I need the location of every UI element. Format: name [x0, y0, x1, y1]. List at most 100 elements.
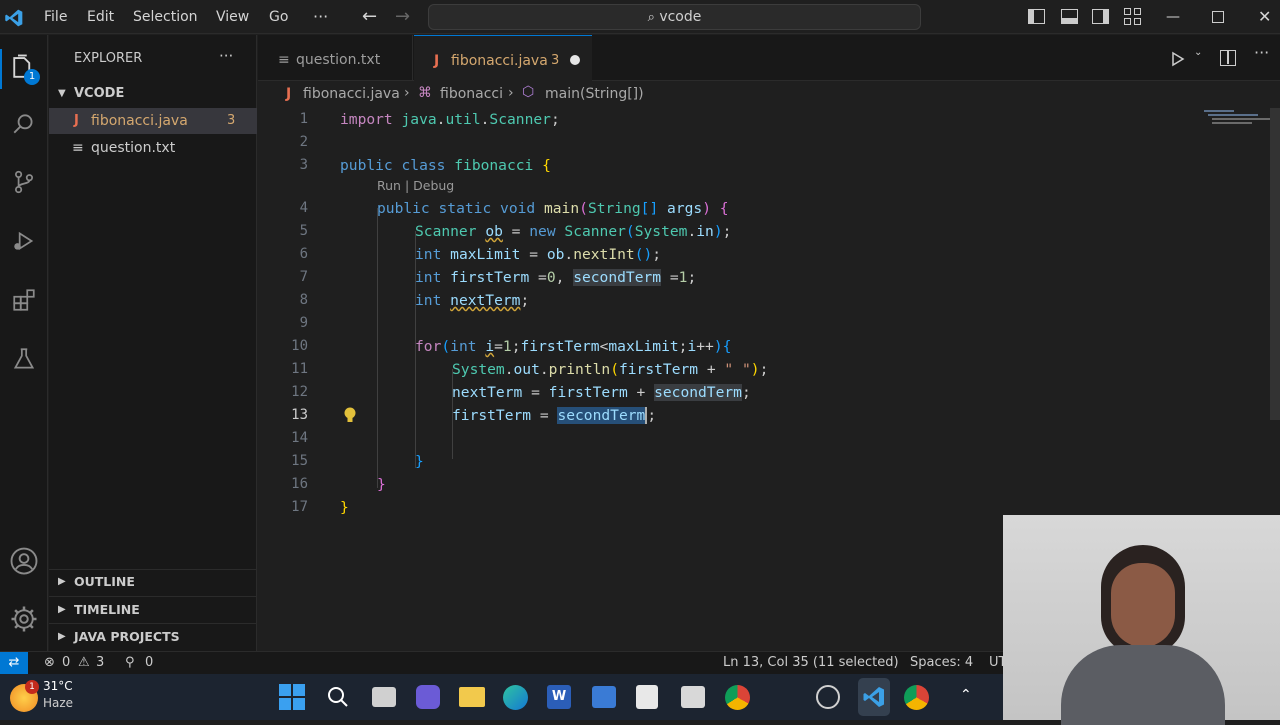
- camera-app-icon[interactable]: [681, 686, 705, 708]
- tab-bar: ≡ question.txt J fibonacci.java 3 ⌄ ···: [258, 35, 1280, 81]
- menu-go[interactable]: Go: [269, 0, 288, 34]
- tab-label: fibonacci.java: [451, 53, 548, 69]
- edge-browser-icon[interactable]: [503, 685, 528, 710]
- chevron-right-icon: ▶: [58, 576, 66, 587]
- task-view-icon[interactable]: [372, 687, 396, 707]
- code-line: }: [340, 499, 349, 516]
- command-center-search[interactable]: ⌕ vcode: [428, 4, 921, 30]
- error-icon[interactable]: ⊗: [44, 655, 55, 670]
- code-line-current: firstTerm = secondTerm;: [452, 407, 657, 424]
- code-line: nextTerm = firstTerm + secondTerm;: [452, 384, 751, 401]
- activity-bar: 1: [0, 35, 48, 651]
- file-item-question[interactable]: ≡ question.txt: [49, 135, 257, 161]
- section-outline[interactable]: ▶ OUTLINE: [49, 569, 257, 595]
- manage-gear-icon[interactable]: [9, 604, 39, 634]
- error-count[interactable]: 0: [62, 655, 70, 670]
- menu-more-icon[interactable]: ···: [313, 0, 328, 34]
- snipping-tool-icon[interactable]: [636, 685, 658, 709]
- store-icon[interactable]: [592, 686, 616, 708]
- explorer-badge: 1: [24, 69, 40, 85]
- line-number-current: 13: [291, 407, 308, 423]
- indentation[interactable]: Spaces: 4: [910, 655, 973, 670]
- file-explorer-icon[interactable]: [459, 687, 485, 707]
- code-line: public class fibonacci {: [340, 157, 551, 174]
- editor-scrollbar[interactable]: [1270, 108, 1280, 420]
- code-line: for(int i=1;firstTerm<maxLimit;i++){: [415, 338, 732, 355]
- settings-app-icon[interactable]: [816, 685, 840, 709]
- accounts-icon[interactable]: [9, 546, 39, 576]
- text-file-icon: ≡: [72, 140, 84, 156]
- file-item-fibonacci[interactable]: J fibonacci.java 3: [49, 108, 257, 134]
- split-editor-icon[interactable]: [1220, 50, 1236, 66]
- toggle-panel-icon[interactable]: [1061, 9, 1078, 24]
- tab-question[interactable]: ≡ question.txt: [258, 35, 413, 81]
- code-line: public static void main(String[] args) {: [377, 200, 729, 217]
- tab-fibonacci[interactable]: J fibonacci.java 3: [414, 35, 592, 81]
- chrome-icon[interactable]: [725, 685, 750, 710]
- tray-chevron-up-icon[interactable]: ⌃: [960, 687, 972, 703]
- extensions-icon[interactable]: [11, 287, 37, 313]
- ports-icon[interactable]: ⚲: [125, 655, 135, 670]
- editor-more-icon[interactable]: ···: [1254, 43, 1269, 62]
- section-java-projects[interactable]: ▶ JAVA PROJECTS: [49, 623, 257, 649]
- chevron-down-icon: ▼: [58, 88, 66, 99]
- forward-arrow-icon[interactable]: →: [395, 0, 410, 34]
- warning-count[interactable]: 3: [96, 655, 104, 670]
- breadcrumb-method[interactable]: main(String[]): [545, 86, 644, 102]
- close-icon[interactable]: ✕: [1258, 0, 1271, 34]
- warning-icon[interactable]: ⚠: [78, 655, 90, 670]
- line-number: 12: [291, 384, 308, 400]
- menu-selection[interactable]: Selection: [133, 0, 198, 34]
- file-name: question.txt: [91, 140, 176, 156]
- section-timeline[interactable]: ▶ TIMELINE: [49, 596, 257, 622]
- lightbulb-quickfix-icon[interactable]: [342, 406, 358, 424]
- codelens-run-debug[interactable]: Run | Debug: [377, 178, 454, 193]
- explorer-more-icon[interactable]: ···: [219, 47, 233, 65]
- testing-flask-icon[interactable]: [11, 346, 37, 372]
- active-indicator: [0, 49, 2, 89]
- customize-layout-icon[interactable]: [1124, 8, 1142, 25]
- folder-vcode[interactable]: ▼ VCODE: [49, 81, 257, 107]
- problem-count-badge: 3: [227, 113, 236, 128]
- line-number: 15: [291, 453, 308, 469]
- line-number: 9: [299, 315, 308, 331]
- explorer-title: EXPLORER: [74, 51, 143, 66]
- line-number: 1: [299, 111, 308, 127]
- teams-chat-icon[interactable]: [416, 685, 440, 709]
- menu-file[interactable]: File: [44, 0, 67, 34]
- minimize-icon[interactable]: —: [1166, 0, 1180, 34]
- breadcrumb-class[interactable]: fibonacci: [440, 86, 503, 102]
- run-debug-icon[interactable]: [11, 228, 37, 254]
- section-label: JAVA PROJECTS: [74, 629, 180, 644]
- webcam-overlay: [1003, 515, 1280, 725]
- line-number: 5: [299, 223, 308, 239]
- word-icon[interactable]: W: [547, 685, 571, 709]
- run-play-icon[interactable]: [1170, 51, 1186, 67]
- section-label: TIMELINE: [74, 602, 140, 617]
- toggle-sidebar-icon[interactable]: [1028, 9, 1045, 24]
- restore-icon[interactable]: [1212, 11, 1224, 23]
- taskbar-search-icon[interactable]: [326, 685, 350, 709]
- code-line: }: [377, 476, 386, 493]
- breadcrumb-file[interactable]: fibonacci.java: [303, 86, 400, 102]
- chrome-profile-icon[interactable]: [904, 685, 929, 710]
- remote-indicator-icon[interactable]: ⇄: [0, 652, 28, 674]
- unsaved-dot-icon[interactable]: [570, 55, 580, 65]
- java-file-icon: J: [74, 113, 79, 128]
- run-dropdown-chevron-icon[interactable]: ⌄: [1194, 47, 1202, 58]
- line-number: 7: [299, 269, 308, 285]
- source-control-icon[interactable]: [11, 169, 37, 195]
- line-number: 10: [291, 338, 308, 354]
- back-arrow-icon[interactable]: ←: [362, 0, 377, 34]
- windows-start-icon[interactable]: [279, 684, 305, 710]
- menu-view[interactable]: View: [216, 0, 249, 34]
- ports-count[interactable]: 0: [145, 655, 153, 670]
- presenter-face: [1111, 563, 1175, 647]
- vscode-logo-icon: [5, 9, 23, 27]
- menu-edit[interactable]: Edit: [87, 0, 114, 34]
- cursor-position[interactable]: Ln 13, Col 35 (11 selected): [723, 655, 899, 670]
- java-file-icon: J: [434, 53, 440, 69]
- toggle-secondary-sidebar-icon[interactable]: [1092, 9, 1109, 24]
- breadcrumb: J fibonacci.java › ⌘ fibonacci › ⬡ main(…: [258, 82, 1280, 108]
- search-icon[interactable]: [11, 111, 37, 137]
